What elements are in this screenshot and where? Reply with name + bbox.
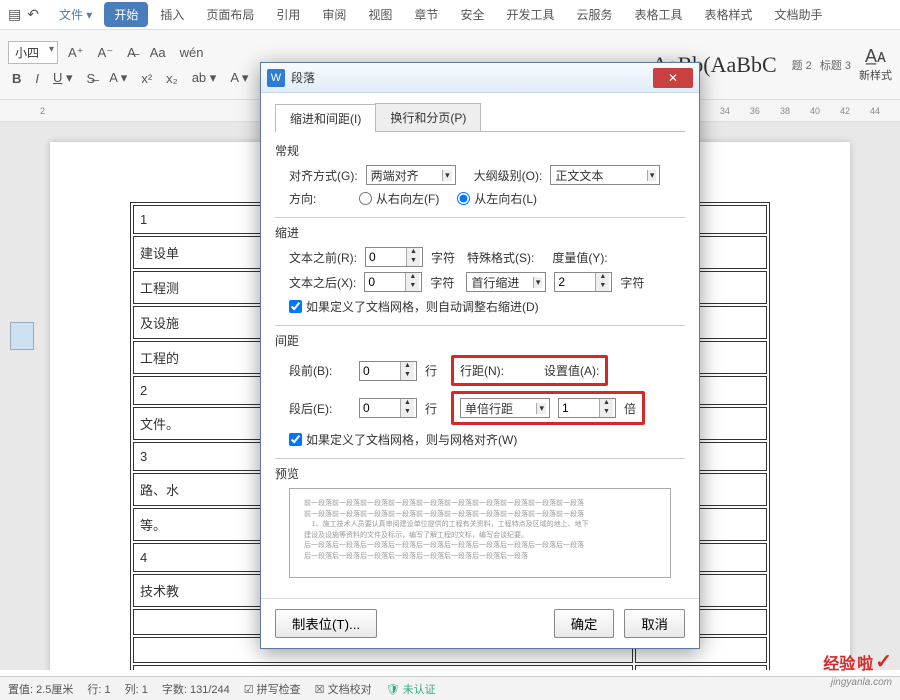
subscript-button[interactable]: x₂ xyxy=(162,69,182,88)
save-icon[interactable]: ▤ xyxy=(8,6,21,23)
phonetic-icon[interactable]: wén xyxy=(176,43,208,62)
font-color-button[interactable]: A ▾ xyxy=(105,68,131,88)
watermark: 经验啦 ✓ jingyanla.com xyxy=(823,649,892,674)
status-col: 列: 1 xyxy=(125,681,148,697)
tab-table-style[interactable]: 表格样式 xyxy=(695,2,763,27)
underline-button[interactable]: U ▾ xyxy=(49,68,77,88)
style-label-3[interactable]: 标题 3 xyxy=(820,57,851,73)
tab-review[interactable]: 审阅 xyxy=(312,2,356,27)
menu-bar: ▤ ↶ 文件 ▾ 开始 插入 页面布局 引用 审阅 视图 章节 安全 开发工具 … xyxy=(0,0,900,30)
line-spacing-combo[interactable]: 单倍行距 xyxy=(460,398,550,418)
page-thumbnail-icon[interactable] xyxy=(10,322,34,350)
preview-group: 预览 前一段落前一段落前一段落前一段落前一段落前一段落前一段落前一段落前一段落前… xyxy=(275,465,685,578)
indent-before-spinner[interactable]: ▲▼ xyxy=(365,247,423,267)
tabstop-button[interactable]: 制表位(T)... xyxy=(275,609,377,638)
tab-cloud[interactable]: 云服务 xyxy=(566,2,622,27)
status-bar: 置值: 2.5厘米 行: 1 列: 1 字数: 131/244 ☑ 拼写检查 ☒… xyxy=(0,676,900,700)
ok-button[interactable]: 确定 xyxy=(554,609,615,638)
line-spacing-highlight-row2: 单倍行距 ▲▼ 倍 xyxy=(451,391,645,425)
special-combo[interactable]: 首行缩进 xyxy=(466,272,546,292)
cancel-button[interactable]: 取消 xyxy=(624,609,685,638)
highlight-button[interactable]: ab ▾ xyxy=(188,68,221,88)
ltr-radio[interactable]: 从左向右(L) xyxy=(457,190,537,207)
set-label: 设置值(A): xyxy=(544,362,599,379)
check-icon: ✓ xyxy=(875,649,892,674)
tab-start[interactable]: 开始 xyxy=(104,2,148,27)
tab-chapter[interactable]: 章节 xyxy=(404,2,448,27)
line-spacing-highlight: 行距(N): 设置值(A): xyxy=(451,355,608,386)
spacing-group: 间距 段前(B): ▲▼ 行 行距(N): 设置值(A): 段后(E): ▲▼ … xyxy=(275,332,685,448)
tab-dev[interactable]: 开发工具 xyxy=(496,2,564,27)
font-size-combo[interactable]: 小四 xyxy=(8,41,58,64)
align-combo[interactable]: 两端对齐 xyxy=(366,165,456,185)
dialog-footer: 制表位(T)... 确定 取消 xyxy=(261,598,699,648)
measure-label: 度量值(Y): xyxy=(552,249,607,266)
dialog-app-icon: W xyxy=(267,69,285,87)
special-label: 特殊格式(S): xyxy=(467,249,534,266)
indent-after-label: 文本之后(X): xyxy=(289,274,356,291)
superscript-button[interactable]: x² xyxy=(137,69,156,88)
tab-doc-helper[interactable]: 文档助手 xyxy=(765,2,833,27)
font-grow-icon[interactable]: A⁺ xyxy=(64,43,88,63)
undo-icon[interactable]: ↶ xyxy=(27,6,39,23)
indent-group: 缩进 文本之前(R): ▲▼ 字符 特殊格式(S): 度量值(Y): 文本之后(… xyxy=(275,224,685,315)
menu-tabs: 文件 ▾ 开始 插入 页面布局 引用 审阅 视图 章节 安全 开发工具 云服务 … xyxy=(49,2,833,27)
status-auth[interactable]: 🛡 未认证 xyxy=(386,681,436,697)
outline-combo[interactable]: 正文文本 xyxy=(550,165,660,185)
space-before-spinner[interactable]: ▲▼ xyxy=(359,361,417,381)
tab-layout[interactable]: 页面布局 xyxy=(196,2,264,27)
quick-access: ▤ ↶ xyxy=(8,6,39,23)
dialog-titlebar[interactable]: W 段落 ✕ xyxy=(261,63,699,93)
outline-label: 大纲级别(O): xyxy=(474,167,543,184)
tab-file[interactable]: 文件 ▾ xyxy=(49,2,102,27)
set-value-spinner[interactable]: ▲▼ xyxy=(558,398,616,418)
text-effect-button[interactable]: A ▾ xyxy=(226,68,252,88)
rtl-radio[interactable]: 从右向左(F) xyxy=(359,190,439,207)
spacing-grid-check[interactable]: 如果定义了文档网格，则与网格对齐(W) xyxy=(289,431,685,448)
paragraph-dialog: W 段落 ✕ 缩进和间距(I) 换行和分页(P) 常规 对齐方式(G): 两端对… xyxy=(260,62,700,649)
bold-button[interactable]: B xyxy=(8,69,25,88)
align-label: 对齐方式(G): xyxy=(289,167,358,184)
status-spell[interactable]: ☑ 拼写检查 xyxy=(244,681,301,697)
change-case-icon[interactable]: Aa xyxy=(146,43,170,62)
tab-indent-spacing[interactable]: 缩进和间距(I) xyxy=(275,104,376,132)
tab-security[interactable]: 安全 xyxy=(450,2,494,27)
space-after-spinner[interactable]: ▲▼ xyxy=(359,398,417,418)
tab-view[interactable]: 视图 xyxy=(358,2,402,27)
clear-format-icon[interactable]: A̶ xyxy=(123,43,140,62)
status-proof[interactable]: ☒ 文档校对 xyxy=(315,681,372,697)
indent-after-spinner[interactable]: ▲▼ xyxy=(364,272,422,292)
tab-line-page[interactable]: 换行和分页(P) xyxy=(375,103,481,131)
dialog-title-text: 段落 xyxy=(291,69,315,86)
status-line: 行: 1 xyxy=(87,681,110,697)
close-button[interactable]: ✕ xyxy=(653,68,693,88)
line-label: 行距(N): xyxy=(460,362,504,379)
measure-spinner[interactable]: ▲▼ xyxy=(554,272,612,292)
space-before-label: 段前(B): xyxy=(289,362,351,379)
direction-label: 方向: xyxy=(289,190,351,207)
general-group: 常规 对齐方式(G): 两端对齐 大纲级别(O): 正文文本 方向: 从右向左(… xyxy=(275,142,685,207)
indent-grid-check[interactable]: 如果定义了文档网格，则自动调整右缩进(D) xyxy=(289,298,685,315)
indent-before-label: 文本之前(R): xyxy=(289,249,357,266)
font-shrink-icon[interactable]: A⁻ xyxy=(94,43,118,63)
status-words: 字数: 131/244 xyxy=(162,681,230,697)
space-after-label: 段后(E): xyxy=(289,400,351,417)
tab-ref[interactable]: 引用 xyxy=(266,2,310,27)
new-style-button[interactable]: A̲ᴀ 新样式 xyxy=(859,46,892,83)
tab-insert[interactable]: 插入 xyxy=(150,2,194,27)
strike-button[interactable]: S̶ xyxy=(83,69,100,88)
tab-table-tools[interactable]: 表格工具 xyxy=(624,2,692,27)
status-pos: 置值: 2.5厘米 xyxy=(8,681,73,697)
style-label-2[interactable]: 题 2 xyxy=(792,57,812,73)
dialog-tabs: 缩进和间距(I) 换行和分页(P) xyxy=(275,103,685,132)
preview-box: 前一段落前一段落前一段落前一段落前一段落前一段落前一段落前一段落前一段落前一段落… xyxy=(289,488,671,578)
italic-button[interactable]: I xyxy=(31,69,43,88)
